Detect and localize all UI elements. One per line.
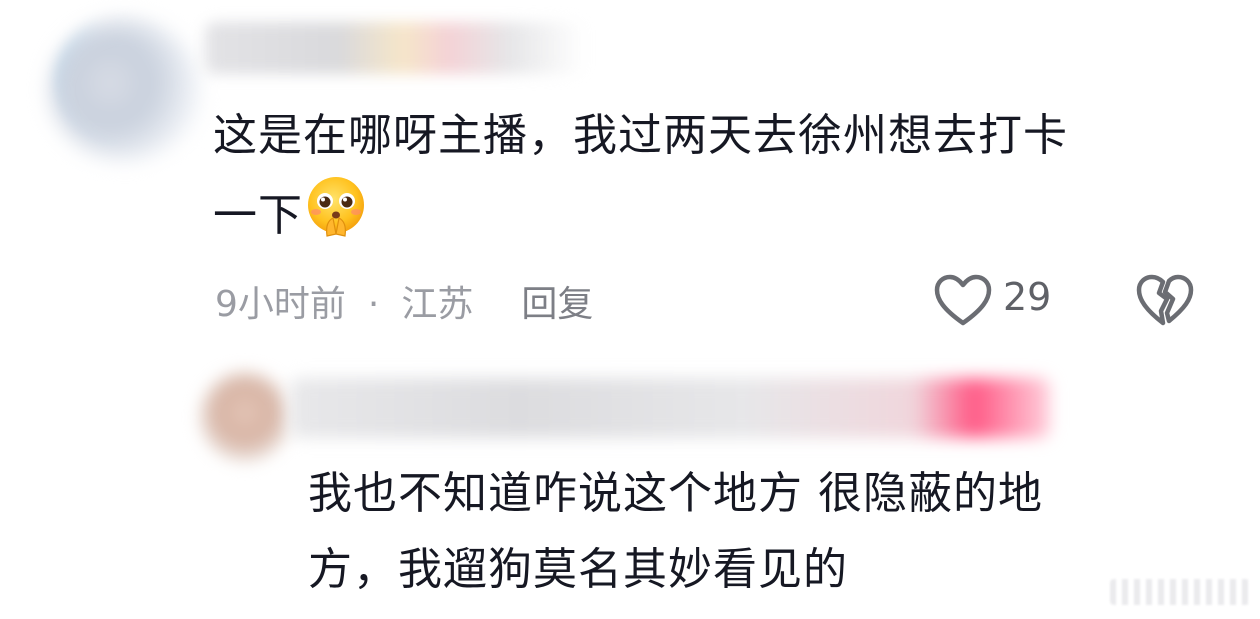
comment-text: 这是在哪呀主播，我过两天去徐州想去打卡 一下 <box>213 98 1223 254</box>
comment-time: 9小时前 <box>215 284 346 325</box>
reply-button[interactable]: 回复 <box>521 284 593 325</box>
comment-meta: 9小时前 · 江苏 回复 <box>215 275 593 327</box>
comment-location: 江苏 <box>401 284 474 325</box>
like-count: 29 <box>1003 275 1052 319</box>
broken-heart-icon[interactable] <box>1135 273 1195 329</box>
reply-text: 我也不知道咋说这个地方 很隐蔽的地 方，我遛狗莫名其妙看见的 <box>308 456 1208 608</box>
pleading-hands-emoji-icon <box>303 174 369 240</box>
watermark <box>1110 579 1250 605</box>
meta-separator: · <box>367 284 380 325</box>
reply-avatar[interactable] <box>200 372 290 462</box>
username-blurred[interactable] <box>205 22 585 74</box>
comment-text-line: 这是在哪呀主播，我过两天去徐州想去打卡 <box>213 110 1068 161</box>
comment-text-line: 一下 <box>213 174 1223 254</box>
reply-text-line-1: 我也不知道咋说这个地方 很隐蔽的地 <box>308 468 1043 519</box>
avatar[interactable] <box>50 20 200 160</box>
reply-text-line-2: 方，我遛狗莫名其妙看见的 <box>308 544 848 595</box>
comment-text-line-2: 一下 <box>213 190 303 241</box>
heart-icon[interactable] <box>933 273 993 329</box>
reply-username-blurred[interactable] <box>290 378 1050 438</box>
